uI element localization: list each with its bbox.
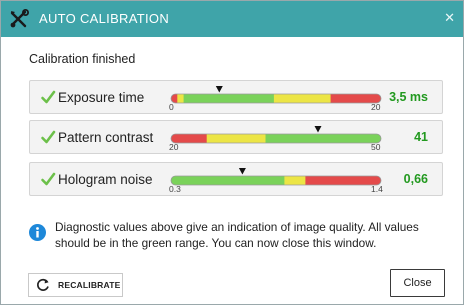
refresh-icon	[37, 278, 49, 291]
title-bar: AUTO CALIBRATION ✕	[1, 1, 463, 37]
metric-row: Pattern contrast 41 20 50	[29, 120, 443, 154]
gauge-zone-green	[265, 134, 381, 143]
tools-icon	[10, 9, 29, 28]
gauge-marker	[314, 126, 322, 133]
quality-gauge	[170, 168, 382, 186]
window-title: AUTO CALIBRATION	[39, 11, 170, 26]
metric-value: 0,66	[403, 172, 428, 186]
checkmark-icon	[41, 172, 56, 186]
metric-value: 3,5 ms	[389, 90, 428, 104]
gauge-zone-red	[305, 176, 381, 185]
close-button[interactable]: Close	[390, 269, 445, 297]
gauge-zone-yellow	[206, 134, 266, 143]
metric-label: Pattern contrast	[58, 130, 154, 145]
metric-value: 41	[414, 130, 428, 144]
gauge-zone-green	[183, 94, 275, 103]
gauge-marker	[238, 168, 246, 175]
close-button-label: Close	[403, 277, 432, 289]
recalibrate-button[interactable]: RECALIBRATE	[28, 273, 123, 297]
gauge-zone-red	[330, 94, 381, 103]
gauge-marker	[215, 86, 223, 93]
metric-label: Exposure time	[58, 90, 145, 105]
gauge-zone-yellow	[177, 94, 185, 103]
gauge-zone-yellow	[273, 94, 332, 103]
checkmark-icon	[41, 90, 56, 104]
metric-row: Exposure time 3,5 ms 0 20	[29, 80, 443, 114]
quality-gauge	[170, 86, 382, 104]
recalibrate-label: RECALIBRATE	[58, 280, 121, 290]
metric-row: Hologram noise 0,66 0.3 1.4	[29, 162, 443, 196]
info-icon	[29, 224, 46, 241]
gauge-zone-red	[171, 134, 208, 143]
metric-label: Hologram noise	[58, 172, 153, 187]
checkmark-icon	[41, 130, 56, 144]
gauge-zone-green	[171, 176, 285, 185]
auto-calibration-dialog: AUTO CALIBRATION ✕ Calibration finished …	[0, 0, 464, 305]
status-text: Calibration finished	[29, 52, 136, 66]
gauge-zone-yellow	[284, 176, 306, 185]
info-text: Diagnostic values above give an indicati…	[55, 220, 419, 250]
close-icon[interactable]: ✕	[444, 10, 455, 26]
quality-gauge	[170, 126, 382, 144]
